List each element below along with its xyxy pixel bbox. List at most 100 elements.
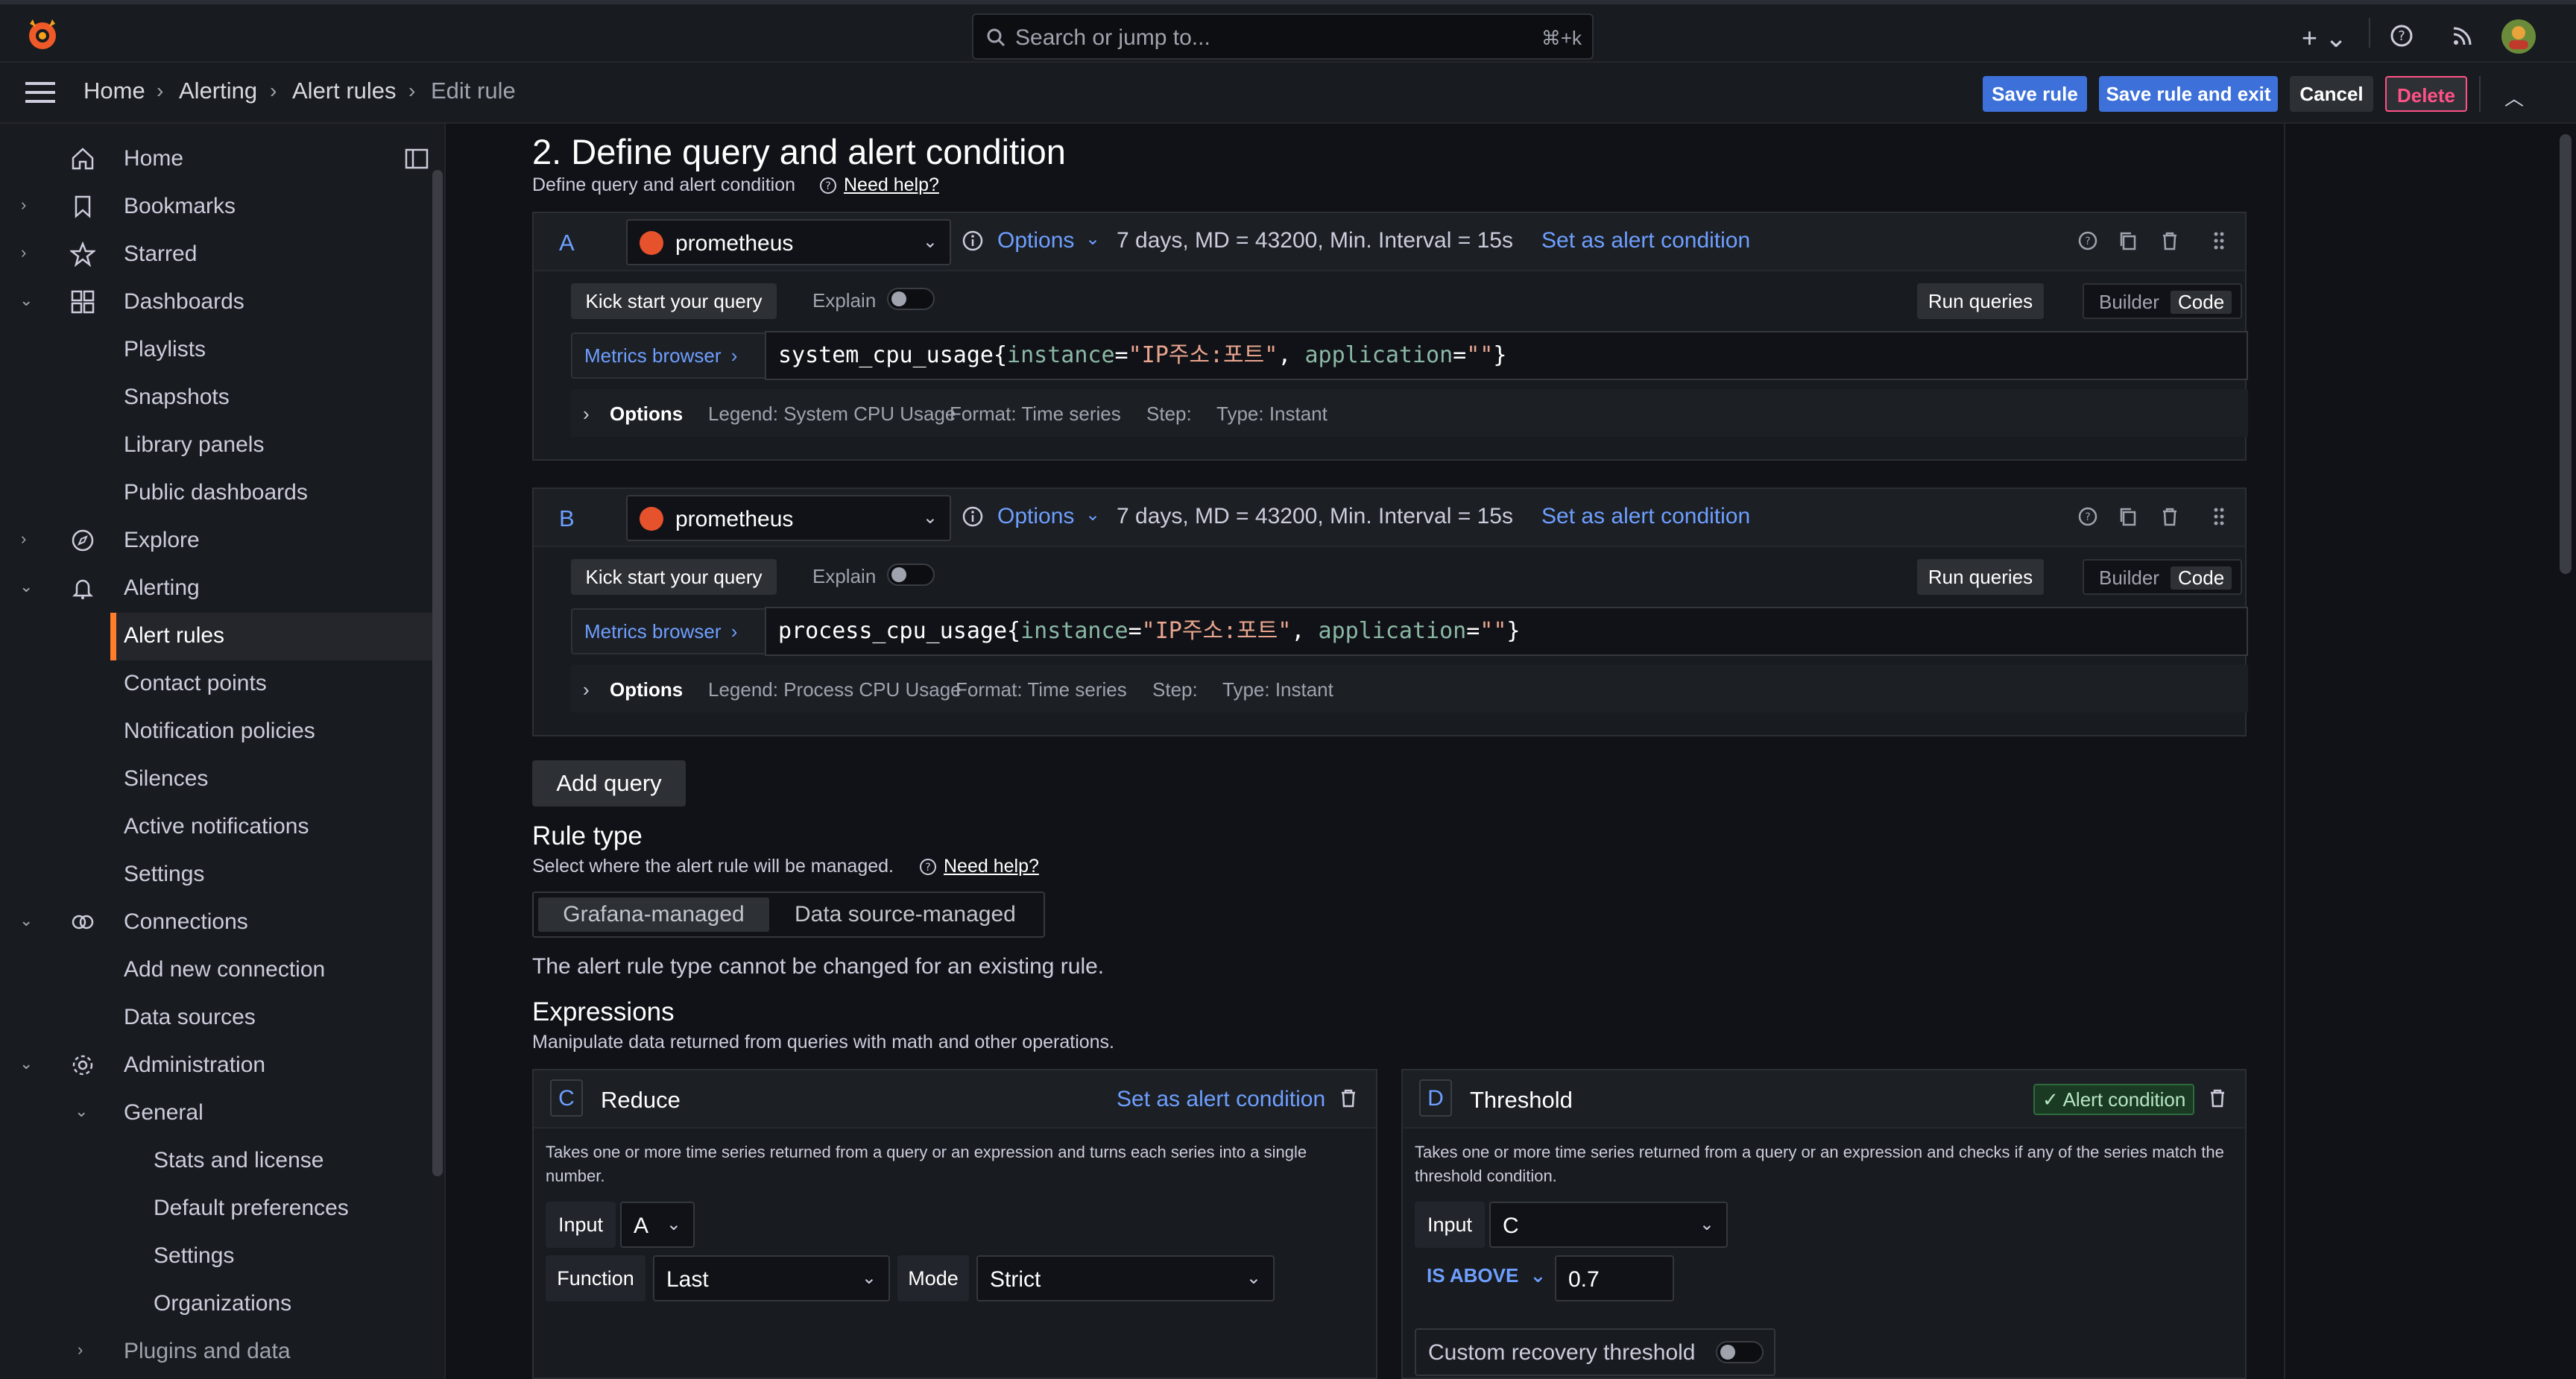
sidebar-item-active-notifications[interactable]: Active notifications xyxy=(124,814,309,839)
sidebar-item-settings[interactable]: Settings xyxy=(124,862,204,887)
sidebar-item-public-dashboards[interactable]: Public dashboards xyxy=(124,480,308,505)
delete-button[interactable]: Delete xyxy=(2385,76,2467,112)
chevron-down-icon[interactable]: ⌄ xyxy=(19,911,33,930)
breadcrumb-alerting[interactable]: Alerting xyxy=(179,78,257,104)
save-rule-button[interactable]: Save rule xyxy=(1983,76,2087,112)
chevron-down-icon[interactable]: ⌄ xyxy=(1085,504,1100,526)
input-select[interactable]: A ⌄ xyxy=(620,1202,695,1248)
dock-sidebar-icon[interactable] xyxy=(404,146,429,171)
builder-mode-option[interactable]: Builder xyxy=(2099,291,2159,314)
chevron-right-icon[interactable]: › xyxy=(21,195,26,215)
query-options-row[interactable]: › Options Legend: Process CPU Usage Form… xyxy=(571,665,2248,713)
sidebar-item-playlists[interactable]: Playlists xyxy=(124,337,206,362)
query-options-toggle[interactable]: Options xyxy=(997,228,1074,253)
run-queries-button[interactable]: Run queries xyxy=(1917,559,2044,595)
chevron-down-icon[interactable]: ⌄ xyxy=(19,577,33,596)
sidebar-item-notification-policies[interactable]: Notification policies xyxy=(124,719,315,744)
sidebar-item-add-new-connection[interactable]: Add new connection xyxy=(124,957,325,982)
rule-type-need-help-link[interactable]: Need help? xyxy=(944,856,1039,877)
grafana-logo-icon[interactable] xyxy=(25,16,60,54)
metrics-browser-button[interactable]: Metrics browser › xyxy=(571,608,772,654)
function-select[interactable]: Last ⌄ xyxy=(653,1255,890,1301)
custom-recovery-threshold-toggle[interactable] xyxy=(1716,1341,1764,1363)
breadcrumb-alert-rules[interactable]: Alert rules xyxy=(292,78,397,104)
cancel-button[interactable]: Cancel xyxy=(2290,76,2373,112)
chevron-right-icon[interactable]: › xyxy=(21,529,26,549)
mode-select[interactable]: Strict ⌄ xyxy=(976,1255,1275,1301)
trash-icon[interactable] xyxy=(2159,505,2181,528)
sidebar-item-plugins-and-data[interactable]: Plugins and data xyxy=(124,1339,291,1364)
need-help-link[interactable]: Need help? xyxy=(844,174,939,196)
kick-start-query-button[interactable]: Kick start your query xyxy=(571,559,777,595)
query-options-toggle[interactable]: Options xyxy=(997,504,1074,529)
datasource-select[interactable]: prometheus ⌄ xyxy=(626,495,951,541)
expression-letter[interactable]: C xyxy=(550,1079,583,1117)
sidebar-item-silences[interactable]: Silences xyxy=(124,766,208,792)
breadcrumb-home[interactable]: Home xyxy=(83,78,145,104)
sidebar-item-bookmarks[interactable]: Bookmarks xyxy=(124,194,236,219)
chevron-down-icon[interactable]: ⌄ xyxy=(1085,228,1100,250)
sidebar-item-home[interactable]: Home xyxy=(124,146,183,171)
code-mode-option[interactable]: Code xyxy=(2171,567,2232,590)
news-feed-icon[interactable] xyxy=(2451,24,2475,48)
chevron-down-icon[interactable]: ⌄ xyxy=(19,291,33,310)
sidebar-item-default-preferences[interactable]: Default preferences xyxy=(154,1196,349,1221)
chevron-down-icon[interactable]: ⌄ xyxy=(75,1102,88,1121)
threshold-operator-select[interactable]: IS ABOVE ⌄ xyxy=(1427,1264,1546,1287)
rule-type-grafana-managed[interactable]: Grafana-managed xyxy=(538,897,769,932)
sidebar-item-admin-settings[interactable]: Settings xyxy=(154,1243,234,1269)
explain-toggle[interactable] xyxy=(887,564,935,586)
sidebar-item-alerting[interactable]: Alerting xyxy=(124,575,200,601)
query-expression-editor[interactable]: process_cpu_usage{instance="IP주소:포트", ap… xyxy=(765,607,2248,656)
save-rule-and-exit-button[interactable]: Save rule and exit xyxy=(2099,76,2278,112)
query-options-row[interactable]: › Options Legend: System CPU Usage Forma… xyxy=(571,389,2248,437)
query-letter[interactable]: B xyxy=(559,505,575,532)
sidebar-item-administration[interactable]: Administration xyxy=(124,1053,265,1078)
explain-toggle[interactable] xyxy=(887,288,935,310)
rule-type-data-source-managed[interactable]: Data source-managed xyxy=(795,897,1016,932)
sidebar-item-connections[interactable]: Connections xyxy=(124,909,248,935)
chevron-right-icon[interactable]: › xyxy=(78,1340,83,1360)
chevron-right-icon[interactable]: › xyxy=(21,243,26,262)
sidebar-item-contact-points[interactable]: Contact points xyxy=(124,671,267,696)
metrics-browser-button[interactable]: Metrics browser › xyxy=(571,332,772,379)
sidebar-item-alert-rules[interactable]: Alert rules xyxy=(124,623,224,649)
main-scrollbar[interactable] xyxy=(2560,134,2572,574)
help-icon[interactable]: ? xyxy=(2077,230,2099,252)
threshold-value-input[interactable]: 0.7 xyxy=(1555,1255,1674,1301)
code-mode-option[interactable]: Code xyxy=(2171,291,2232,314)
input-select[interactable]: C ⌄ xyxy=(1489,1202,1728,1248)
copy-icon[interactable] xyxy=(2117,505,2139,528)
expression-letter[interactable]: D xyxy=(1419,1079,1452,1117)
search-input[interactable]: Search or jump to... ⌘+k xyxy=(972,13,1594,60)
kick-start-query-button[interactable]: Kick start your query xyxy=(571,283,777,319)
sidebar-item-starred[interactable]: Starred xyxy=(124,242,197,267)
sidebar-item-data-sources[interactable]: Data sources xyxy=(124,1005,256,1030)
set-as-alert-condition-link[interactable]: Set as alert condition xyxy=(1117,1087,1325,1112)
set-as-alert-condition-link[interactable]: Set as alert condition xyxy=(1541,504,1750,529)
collapse-chevron-up-icon[interactable]: ︿ xyxy=(2504,83,2524,111)
query-letter[interactable]: A xyxy=(559,230,575,256)
help-icon[interactable]: ? xyxy=(2077,505,2099,528)
datasource-select[interactable]: prometheus ⌄ xyxy=(626,219,951,265)
avatar[interactable] xyxy=(2501,19,2536,54)
trash-icon[interactable] xyxy=(2206,1087,2229,1109)
query-expression-editor[interactable]: system_cpu_usage{instance="IP주소:포트", app… xyxy=(765,331,2248,380)
add-new-icon[interactable]: + ⌄ xyxy=(2302,22,2347,54)
drag-handle-icon[interactable] xyxy=(2208,505,2230,528)
sidebar-scrollbar[interactable] xyxy=(432,170,443,1176)
builder-mode-option[interactable]: Builder xyxy=(2099,567,2159,590)
menu-icon[interactable] xyxy=(25,81,55,104)
help-icon[interactable]: ? xyxy=(2390,24,2414,48)
sidebar-item-dashboards[interactable]: Dashboards xyxy=(124,289,244,315)
sidebar-item-stats-and-license[interactable]: Stats and license xyxy=(154,1148,323,1173)
sidebar-item-organizations[interactable]: Organizations xyxy=(154,1291,291,1316)
sidebar-item-snapshots[interactable]: Snapshots xyxy=(124,385,230,410)
trash-icon[interactable] xyxy=(1337,1087,1360,1109)
copy-icon[interactable] xyxy=(2117,230,2139,252)
sidebar-item-explore[interactable]: Explore xyxy=(124,528,200,553)
run-queries-button[interactable]: Run queries xyxy=(1917,283,2044,319)
sidebar-item-general[interactable]: General xyxy=(124,1100,203,1126)
add-query-button[interactable]: Add query xyxy=(532,760,686,807)
set-as-alert-condition-link[interactable]: Set as alert condition xyxy=(1541,228,1750,253)
